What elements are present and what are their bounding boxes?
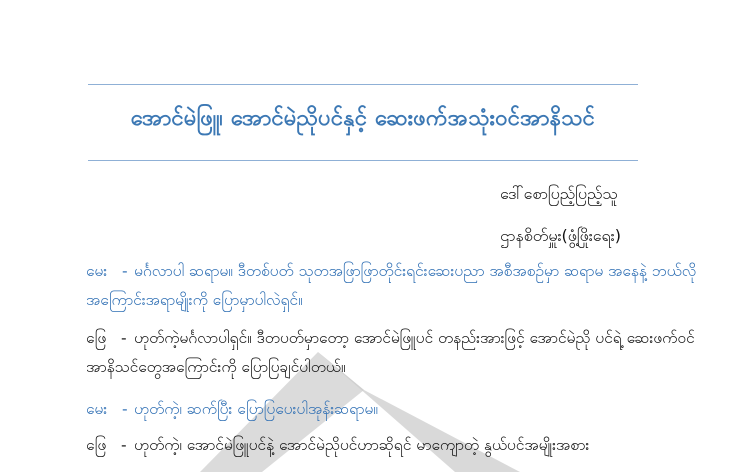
speaker-label: ဖြေ - — [86, 436, 127, 454]
title-rule-bottom — [88, 160, 638, 161]
document-title: အောင်မဲဖြူ၊ အောင်မဲညိုပင်နှင့် ဆေးဖက်အသု… — [130, 106, 596, 131]
speaker-label: ဖြေ - — [86, 329, 127, 347]
title-rule-top — [88, 84, 638, 85]
author-name: ဒေါ်စောပြည့်ပြည့်သူ — [500, 184, 618, 203]
dialogue-text: ဟုတ်ကဲ့၊ အောင်မဲဖြူပင်နဲ့ အောင်မဲညိုပင်ဟ… — [134, 436, 590, 454]
document-page: အောင်မဲဖြူ၊ အောင်မဲညိုပင်နှင့် ဆေးဖက်အသု… — [0, 0, 750, 472]
dialogue-text: ဟုတ်ကဲ့မင်္ဂလာပါရှင်။ ဒီတပတ်မှာတော့ အောင… — [86, 329, 695, 376]
dialogue-question-1: မေး - မင်္ဂလာပါ ဆရာမ။ ဒီတစ်ပတ် သုတအဖြာဖြာ… — [86, 257, 722, 315]
dialogue-text: ဟုတ်ကဲ့၊ ဆက်ပြီး ပြောပြပေးပါအုန်းဆရာမ။ — [134, 400, 378, 418]
speaker-label: မေး - — [86, 400, 128, 418]
speaker-label: မေး - — [86, 262, 128, 280]
author-organization: ဌာနစိတ်မှူး(ဖွံ့ဖြိုးရေး) — [500, 226, 621, 245]
dialogue-question-2: မေး - ဟုတ်ကဲ့၊ ဆက်ပြီး ပြောပြပေးပါအုန်းဆရ… — [86, 395, 722, 424]
dialogue-answer-2: ဖြေ - ဟုတ်ကဲ့၊ အောင်မဲဖြူပင်နဲ့ အောင်မဲညိ… — [86, 431, 722, 460]
dialogue-answer-1: ဖြေ - ဟုတ်ကဲ့မင်္ဂလာပါရှင်။ ဒီတပတ်မှာတော့… — [86, 324, 722, 382]
dialogue-text: မင်္ဂလာပါ ဆရာမ။ ဒီတစ်ပတ် သုတအဖြာဖြာတိုင်… — [86, 262, 697, 309]
